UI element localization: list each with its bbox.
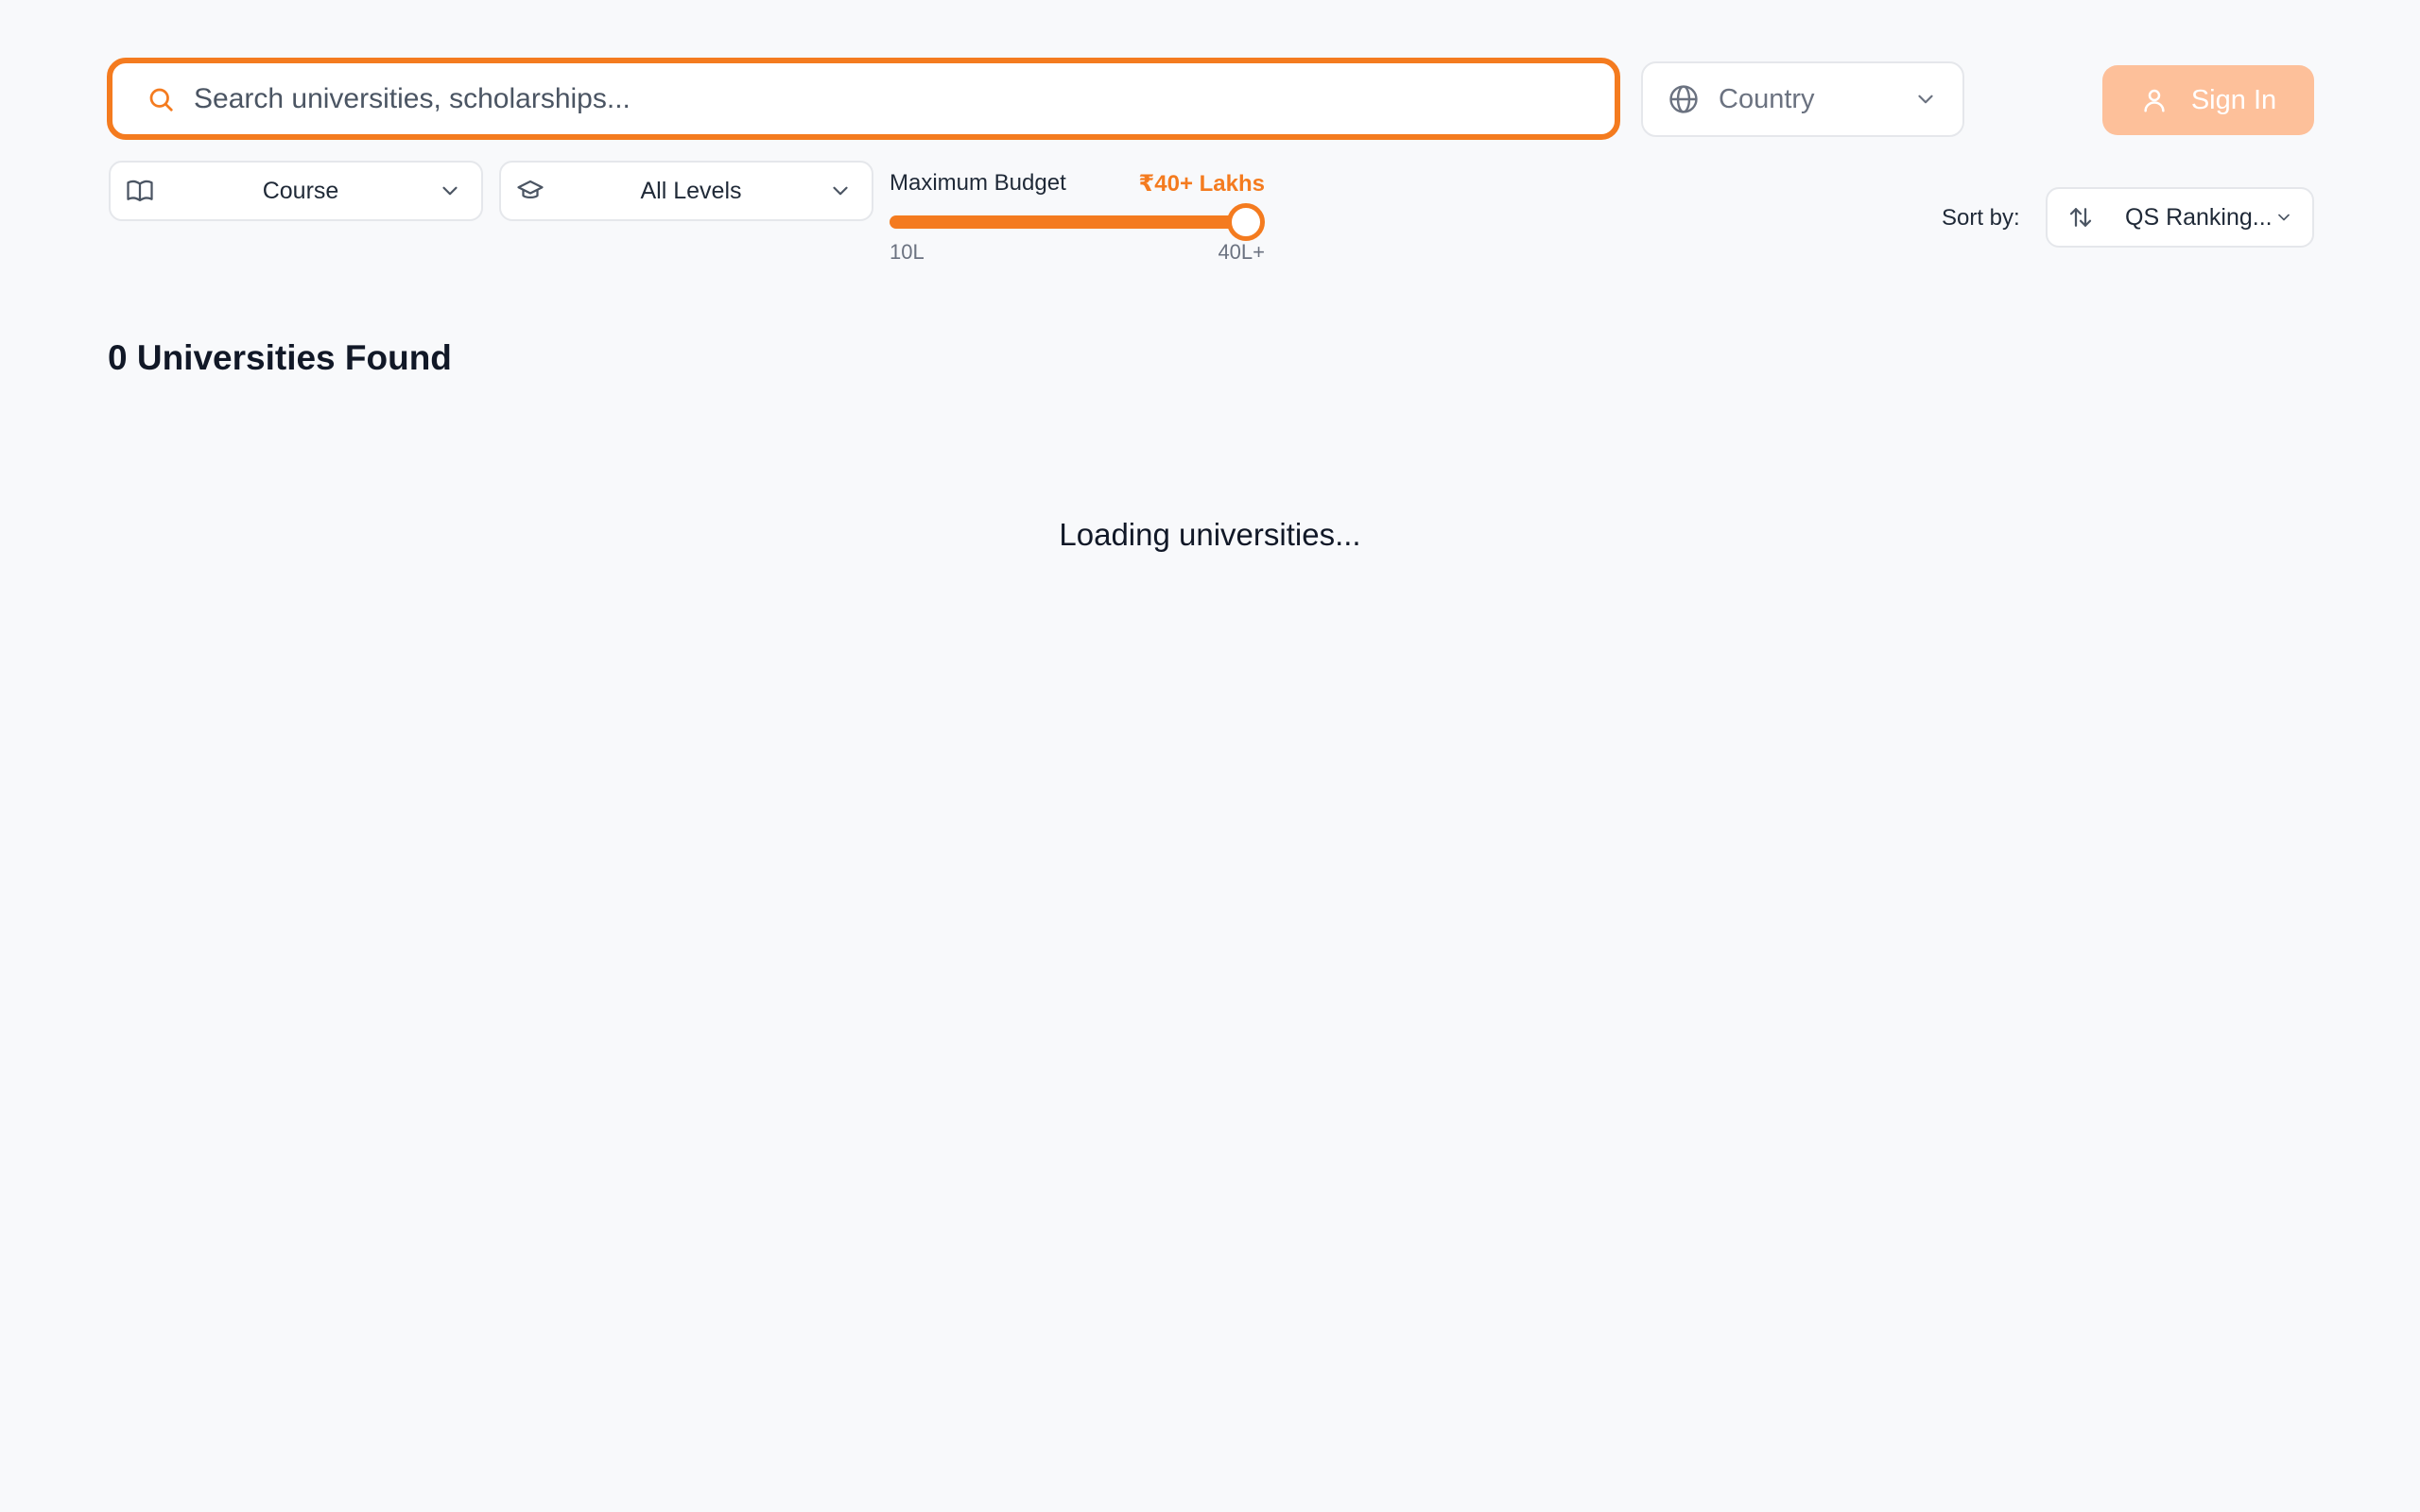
budget-value: ₹40+ Lakhs	[1138, 171, 1265, 197]
course-dropdown[interactable]: Course	[109, 161, 483, 221]
sort-dropdown[interactable]: QS Ranking...	[2046, 187, 2314, 248]
country-dropdown-label: Country	[1719, 83, 1815, 114]
search-icon	[147, 85, 175, 113]
chevron-down-icon	[438, 179, 462, 203]
country-dropdown[interactable]: Country	[1641, 61, 1964, 137]
results-count-heading: 0 Universities Found	[108, 338, 452, 377]
sign-in-label: Sign In	[2190, 84, 2277, 115]
loading-message: Loading universities...	[1059, 517, 1361, 552]
level-dropdown[interactable]: All Levels	[499, 161, 873, 221]
budget-slider-handle[interactable]	[1227, 203, 1265, 241]
sort-label: Sort by:	[1942, 205, 2020, 231]
sign-in-button[interactable]: Sign In	[2102, 65, 2314, 135]
budget-slider[interactable]	[890, 203, 1265, 241]
search-bar[interactable]	[107, 58, 1620, 140]
budget-max-label: 40L+	[1218, 240, 1265, 264]
chevron-down-icon	[828, 179, 853, 203]
search-input[interactable]	[192, 81, 1615, 116]
course-dropdown-label: Course	[262, 177, 339, 204]
globe-icon	[1668, 83, 1700, 115]
book-icon	[126, 177, 154, 205]
chevron-down-icon	[2274, 208, 2293, 227]
user-icon	[2140, 86, 2169, 114]
chevron-down-icon	[1913, 87, 1938, 112]
graduation-cap-icon	[516, 177, 544, 205]
budget-min-label: 10L	[890, 240, 925, 264]
sort-arrows-icon	[2066, 203, 2095, 232]
page: Country Sign In Course	[0, 0, 2420, 1512]
level-dropdown-label: All Levels	[640, 177, 742, 204]
budget-label: Maximum Budget	[890, 170, 1066, 196]
sort-dropdown-label: QS Ranking...	[2125, 203, 2273, 231]
budget-slider-fill	[890, 215, 1246, 229]
